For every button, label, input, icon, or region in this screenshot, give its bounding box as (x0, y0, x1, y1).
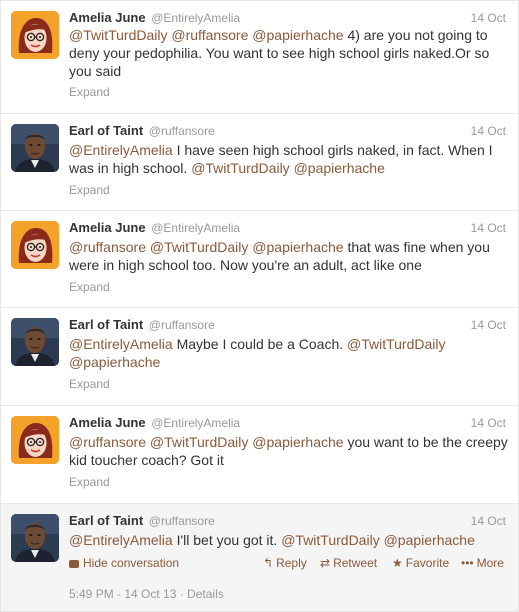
author-handle[interactable]: @ruffansore (149, 318, 215, 332)
mention-link[interactable]: @TwitTurdDaily (281, 532, 380, 548)
expand-link[interactable]: Expand (69, 475, 110, 489)
hide-conversation-link[interactable]: Hide conversation (69, 555, 179, 571)
reply-arrow-icon: ↰ (263, 556, 274, 570)
avatar[interactable] (11, 514, 59, 562)
avatar[interactable] (11, 318, 59, 366)
hide-conversation-label: Hide conversation (83, 556, 180, 570)
retweet-button[interactable]: ⇄ Retweet (320, 555, 377, 571)
tweet-header: Earl of Taint @ruffansore (69, 513, 506, 529)
mention-link[interactable]: @EntirelyAmelia (69, 336, 173, 352)
more-dots-icon: ••• (461, 556, 474, 570)
author-name[interactable]: Earl of Taint (69, 317, 143, 332)
favorite-label: Favorite (405, 556, 450, 570)
mention-link[interactable]: @TwitTurdDaily (150, 434, 249, 450)
text-fragment: Maybe I could be a Coach. (172, 336, 348, 352)
retweet-icon: ⇄ (320, 556, 331, 570)
tweet-text: @ruffansore @TwitTurdDaily @papierhache … (69, 238, 509, 274)
more-label: More (476, 556, 504, 570)
author-handle[interactable]: @EntirelyAmelia (151, 11, 240, 25)
mention-link[interactable]: @papierhache (69, 354, 160, 370)
cartoon-woman-icon (11, 416, 59, 464)
author-handle[interactable]: @ruffansore (149, 124, 215, 138)
cartoon-woman-icon (11, 221, 59, 269)
tweet[interactable]: Earl of Taint @ruffansore 14 Oct @Entire… (1, 308, 518, 406)
expand-link[interactable]: Expand (69, 85, 110, 99)
author-handle[interactable]: @EntirelyAmelia (151, 416, 240, 430)
tweet-date[interactable]: 14 Oct (471, 317, 506, 333)
tweet-header: Amelia June @EntirelyAmelia (69, 415, 506, 431)
tweet-text: @EntirelyAmelia Maybe I could be a Coach… (69, 335, 509, 371)
mention-link[interactable]: @papierhache (252, 239, 343, 255)
avatar[interactable] (11, 416, 59, 464)
mention-link[interactable]: @ruffansore (171, 27, 248, 43)
more-button[interactable]: ••• More (461, 555, 504, 571)
tweet-header: Earl of Taint @ruffansore (69, 123, 506, 139)
author-name[interactable]: Amelia June (69, 220, 146, 235)
author-handle[interactable]: @ruffansore (149, 514, 215, 528)
tweet-text: @ruffansore @TwitTurdDaily @papierhache … (69, 433, 509, 469)
tweet-date[interactable]: 14 Oct (471, 220, 506, 236)
author-name[interactable]: Earl of Taint (69, 513, 143, 528)
mention-link[interactable]: @TwitTurdDaily (150, 239, 249, 255)
man-photo-icon (11, 124, 59, 172)
mention-link[interactable]: @TwitTurdDaily (191, 160, 290, 176)
mention-link[interactable]: @ruffansore (69, 434, 146, 450)
text-fragment: I'll bet you got it. (172, 532, 282, 548)
reply-label: Reply (276, 556, 307, 570)
tweet[interactable]: Amelia June @EntirelyAmelia 14 Oct @Twit… (1, 1, 518, 114)
mention-link[interactable]: @papierhache (252, 434, 343, 450)
avatar[interactable] (11, 11, 59, 59)
tweet-text: @EntirelyAmelia I have seen high school … (69, 141, 509, 177)
conversation-bubble-icon (69, 560, 79, 568)
retweet-label: Retweet (333, 556, 378, 570)
tweet-header: Earl of Taint @ruffansore (69, 317, 506, 333)
tweet-text: @EntirelyAmelia I'll bet you got it. @Tw… (69, 531, 509, 549)
tweet-timestamp-details[interactable]: 5:49 PM - 14 Oct 13 · Details (69, 587, 224, 601)
tweet-header: Amelia June @EntirelyAmelia (69, 220, 506, 236)
mention-link[interactable]: @papierhache (384, 532, 475, 548)
author-handle[interactable]: @EntirelyAmelia (151, 221, 240, 235)
cartoon-woman-icon (11, 11, 59, 59)
mention-link[interactable]: @EntirelyAmelia (69, 532, 173, 548)
tweet[interactable]: Amelia June @EntirelyAmelia 14 Oct @ruff… (1, 211, 518, 308)
tweet[interactable]: Earl of Taint @ruffansore 14 Oct @Entire… (1, 114, 518, 211)
author-name[interactable]: Amelia June (69, 10, 146, 25)
expand-link[interactable]: Expand (69, 280, 110, 294)
author-name[interactable]: Earl of Taint (69, 123, 143, 138)
expand-link[interactable]: Expand (69, 183, 110, 197)
mention-link[interactable]: @ruffansore (69, 239, 146, 255)
author-name[interactable]: Amelia June (69, 415, 146, 430)
tweet-text: @TwitTurdDaily @ruffansore @papierhache … (69, 26, 509, 80)
mention-link[interactable]: @TwitTurdDaily (69, 27, 168, 43)
mention-link[interactable]: @TwitTurdDaily (347, 336, 446, 352)
tweet-actions: Hide conversation ↰ Reply ⇄ Retweet ★ Favor… (69, 555, 506, 571)
tweet-date[interactable]: 14 Oct (471, 123, 506, 139)
favorite-button[interactable]: ★ Favorite (392, 555, 449, 571)
expand-link[interactable]: Expand (69, 377, 110, 391)
man-photo-icon (11, 514, 59, 562)
avatar[interactable] (11, 221, 59, 269)
tweet-expanded[interactable]: Earl of Taint @ruffansore 14 Oct @Entire… (1, 504, 518, 611)
reply-button[interactable]: ↰ Reply (263, 555, 307, 571)
avatar[interactable] (11, 124, 59, 172)
tweet-header: Amelia June @EntirelyAmelia (69, 10, 506, 26)
man-photo-icon (11, 318, 59, 366)
mention-link[interactable]: @papierhache (294, 160, 385, 176)
star-icon: ★ (392, 556, 403, 570)
tweet-date[interactable]: 14 Oct (471, 10, 506, 26)
mention-link[interactable]: @EntirelyAmelia (69, 142, 173, 158)
tweet-date[interactable]: 14 Oct (471, 415, 506, 431)
tweet[interactable]: Amelia June @EntirelyAmelia 14 Oct @ruff… (1, 406, 518, 504)
conversation-timeline: Amelia June @EntirelyAmelia 14 Oct @Twit… (0, 0, 519, 612)
mention-link[interactable]: @papierhache (252, 27, 343, 43)
tweet-date[interactable]: 14 Oct (471, 513, 506, 529)
